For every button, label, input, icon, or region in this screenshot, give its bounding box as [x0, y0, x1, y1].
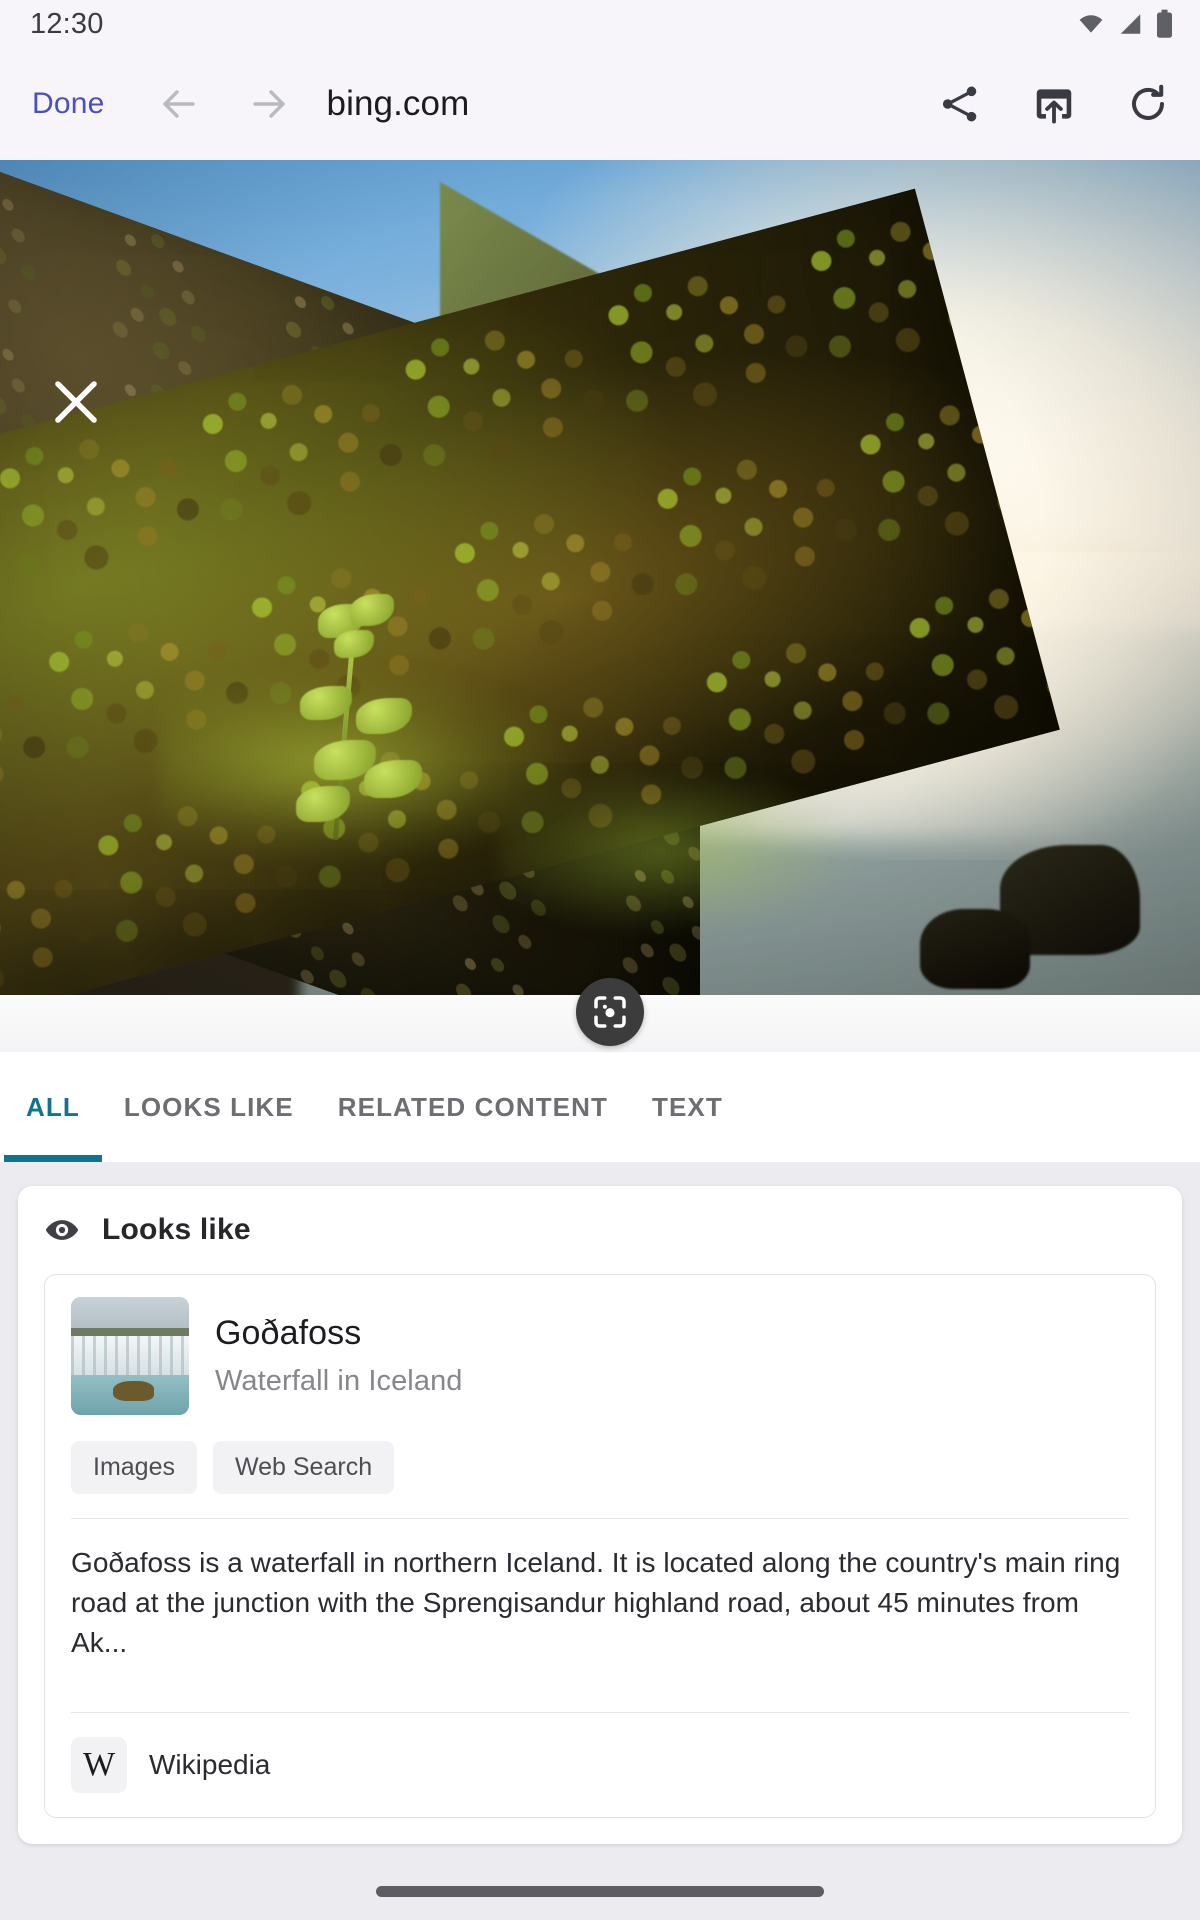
tab-related-content[interactable]: RELATED CONTENT	[316, 1052, 630, 1162]
share-icon	[942, 86, 977, 122]
results-scroll-area[interactable]: Looks like Goðafoss Waterfall in Iceland	[0, 1162, 1200, 1862]
reload-button[interactable]	[1122, 78, 1174, 130]
chip-images[interactable]: Images	[71, 1441, 197, 1494]
battery-icon	[1157, 9, 1172, 38]
entity-card[interactable]: Goðafoss Waterfall in Iceland Images Web…	[44, 1274, 1156, 1819]
status-time: 12:30	[30, 7, 104, 40]
browser-toolbar: Done bing.com	[0, 48, 1200, 160]
source-row[interactable]: W Wikipedia	[71, 1713, 1129, 1794]
tab-text[interactable]: TEXT	[630, 1052, 745, 1162]
close-icon	[55, 381, 97, 423]
source-name: Wikipedia	[149, 1749, 271, 1781]
entity-description: Goðafoss is a waterfall in northern Icel…	[71, 1547, 1121, 1658]
close-button[interactable]	[34, 360, 118, 444]
eye-icon	[45, 1220, 79, 1240]
wifi-icon	[1079, 15, 1103, 33]
hero-image[interactable]	[0, 160, 1200, 995]
arrow-left-icon	[162, 90, 195, 118]
result-tabs: ALL LOOKS LIKE RELATED CONTENT TEXT	[0, 1052, 1200, 1162]
godafoss-thumbnail[interactable]	[71, 1297, 189, 1415]
back-button[interactable]	[149, 74, 209, 134]
entity-summary-row: Goðafoss Waterfall in Iceland	[71, 1297, 1129, 1415]
arrow-right-icon	[252, 90, 285, 118]
looks-like-header: Looks like	[44, 1212, 1156, 1248]
system-navigation-bar	[0, 1862, 1200, 1920]
lens-scan-icon	[594, 996, 626, 1028]
home-indicator[interactable]	[376, 1885, 824, 1897]
hero-image-artwork	[0, 160, 1200, 995]
tab-looks-like[interactable]: LOOKS LIKE	[102, 1052, 316, 1162]
open-in-browser-icon	[1036, 89, 1072, 124]
tab-all[interactable]: ALL	[4, 1052, 102, 1162]
forward-button[interactable]	[239, 74, 299, 134]
url-label[interactable]: bing.com	[327, 84, 470, 124]
entity-text-block: Goðafoss Waterfall in Iceland	[215, 1314, 463, 1398]
lens-scan-button[interactable]	[576, 978, 644, 1046]
share-button[interactable]	[934, 78, 986, 130]
entity-action-chips: Images Web Search	[71, 1441, 1129, 1494]
done-button[interactable]: Done	[28, 81, 109, 127]
looks-like-title: Looks like	[102, 1213, 251, 1246]
status-bar: 12:30	[0, 0, 1200, 48]
chip-web-search[interactable]: Web Search	[212, 1441, 395, 1494]
toolbar-actions	[934, 78, 1174, 130]
status-icons	[1076, 9, 1174, 39]
phone-screen: 12:30 Done bing.com ALL LOOKS LIKE RELAT…	[0, 0, 1200, 1920]
looks-like-card: Looks like Goðafoss Waterfall in Iceland	[18, 1186, 1182, 1845]
wikipedia-icon: W	[71, 1737, 127, 1794]
entity-name: Goðafoss	[215, 1314, 362, 1352]
cellular-signal-icon	[1120, 14, 1141, 34]
reload-icon	[1132, 84, 1165, 120]
entity-subtitle: Waterfall in Iceland	[215, 1365, 463, 1397]
open-in-browser-button[interactable]	[1028, 78, 1080, 130]
